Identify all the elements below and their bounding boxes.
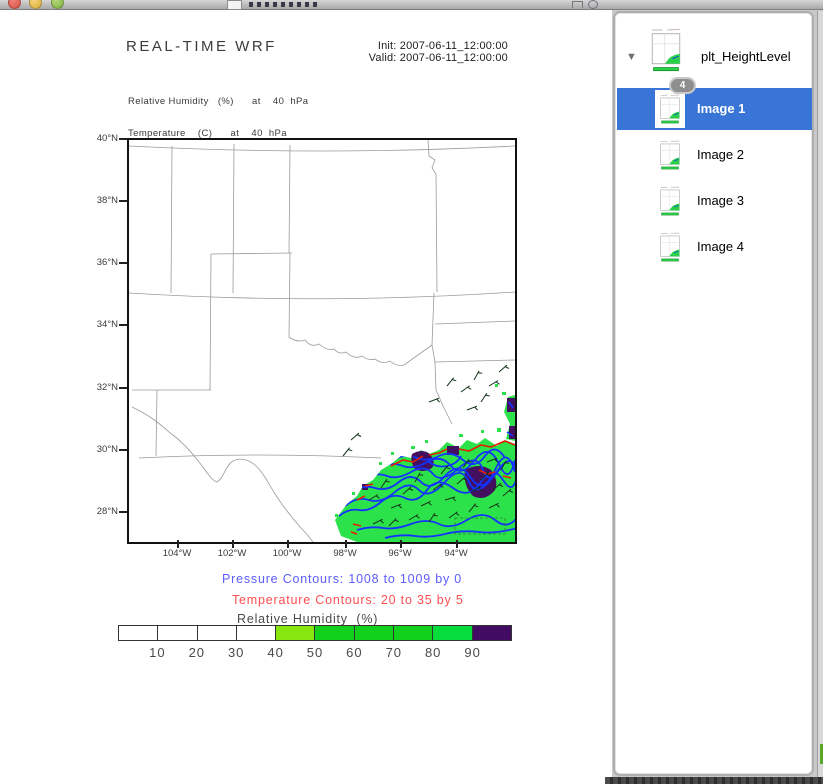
lat-tickmark (119, 387, 127, 389)
image4-label[interactable]: Image 4 (697, 239, 744, 254)
drawer-scrollbar[interactable] (817, 11, 823, 777)
pressure-legend: Pressure Contours: 1008 to 1009 by 0 (222, 572, 462, 586)
minimize-button-icon[interactable] (29, 0, 42, 9)
image1-thumbnail[interactable] (657, 92, 683, 126)
window-title-text-cropped (249, 2, 321, 7)
sidebar-drawer: ▼ plt_HeightLevel 4 Image 1 Image 2 Imag… (613, 11, 814, 776)
zoom-button-icon[interactable] (51, 0, 64, 9)
colorbar-segment (158, 626, 197, 640)
colorbar-segment (237, 626, 276, 640)
lat-tickmark (119, 511, 127, 513)
window-bottom-edge[interactable] (605, 777, 823, 784)
lat-tickmark (119, 324, 127, 326)
lon-tickmark (400, 540, 402, 548)
wrf-map-canvas (129, 140, 515, 542)
sidebar-group-row[interactable]: ▼ plt_HeightLevel 4 (619, 23, 809, 91)
lon-tickmark (177, 540, 179, 548)
colorbar-tick-label: 90 (453, 645, 493, 660)
toolbar-search-icon[interactable] (588, 0, 598, 9)
colorbar-segment (198, 626, 237, 640)
humidity-legend: Relative Humidity (%) (237, 612, 378, 626)
colorbar-segment (276, 626, 315, 640)
colorbar-segment (473, 626, 511, 640)
lat-tick-label: 30°N (72, 444, 118, 455)
lat-tickmark (119, 138, 127, 140)
lon-tick-label: 96°W (375, 548, 425, 559)
lat-tick-label: 32°N (72, 382, 118, 393)
count-badge: 4 (669, 77, 696, 94)
lat-tick-label: 40°N (72, 133, 118, 144)
init-time: Init: 2007-06-11_12:00:00 (338, 40, 508, 52)
colorbar-segment (315, 626, 354, 640)
colorbar-tick-label: 30 (216, 645, 256, 660)
toolbar-icon[interactable] (572, 1, 583, 8)
image3-label[interactable]: Image 3 (697, 193, 744, 208)
thumbnail-art (657, 184, 683, 218)
sidebar-item-image3[interactable]: Image 3 (617, 180, 812, 222)
colorbar-segment (119, 626, 158, 640)
image1-label[interactable]: Image 1 (697, 101, 745, 116)
group-label[interactable]: plt_HeightLevel (701, 49, 791, 64)
lat-tick-label: 34°N (72, 319, 118, 330)
thumbnail-art (657, 92, 683, 126)
thumbnail-art (647, 25, 685, 75)
temperature-legend: Temperature Contours: 20 to 35 by 5 (232, 593, 464, 607)
document-proxy-icon[interactable] (227, 0, 242, 10)
valid-time: Valid: 2007-06-11_12:00:00 (338, 52, 508, 64)
lon-tickmark (345, 540, 347, 548)
run-times: Init: 2007-06-11_12:00:00 Valid: 2007-06… (338, 40, 508, 64)
lon-tick-label: 98°W (320, 548, 370, 559)
lon-tick-label: 102°W (207, 548, 257, 559)
colorbar-tick-label: 70 (374, 645, 414, 660)
group-thumbnail[interactable] (647, 25, 685, 75)
window-titlebar (0, 0, 823, 10)
lat-tick-label: 38°N (72, 195, 118, 206)
lon-tickmark (232, 540, 234, 548)
lon-tick-label: 100°W (262, 548, 312, 559)
disclosure-triangle-icon[interactable]: ▼ (626, 51, 637, 63)
thumbnail-art (657, 138, 683, 172)
lat-tickmark (119, 200, 127, 202)
lat-tickmark (119, 262, 127, 264)
colorbar-tick-label: 10 (137, 645, 177, 660)
colorbar-tick-label: 60 (334, 645, 374, 660)
colorbar-tick-label: 20 (177, 645, 217, 660)
lat-tick-label: 36°N (72, 257, 118, 268)
lon-tickmark (456, 540, 458, 548)
colorbar-tick-label: 40 (256, 645, 296, 660)
field-line: Relative Humidity (%) at 40 hPa (128, 97, 308, 108)
lon-tick-label: 94°W (431, 548, 481, 559)
lon-tickmark (287, 540, 289, 548)
sidebar-item-image4[interactable]: Image 4 (617, 226, 812, 268)
colorbar-tick-label: 80 (413, 645, 453, 660)
image4-thumbnail[interactable] (657, 230, 683, 264)
colorbar-segment (433, 626, 472, 640)
wrf-map (127, 138, 517, 544)
lat-tick-label: 28°N (72, 506, 118, 517)
close-button-icon[interactable] (8, 0, 21, 9)
colorbar-segment (355, 626, 394, 640)
sidebar-item-image2[interactable]: Image 2 (617, 134, 812, 176)
lat-tickmark (119, 449, 127, 451)
sidebar-item-image1[interactable]: Image 1 (617, 88, 812, 130)
image2-thumbnail[interactable] (657, 138, 683, 172)
thumbnail-art (657, 230, 683, 264)
lon-tick-label: 104°W (152, 548, 202, 559)
colorbar-tick-label: 50 (295, 645, 335, 660)
image3-thumbnail[interactable] (657, 184, 683, 218)
colorbar-segment (394, 626, 433, 640)
humidity-colorbar (118, 625, 512, 641)
plot-title: REAL-TIME WRF (126, 38, 277, 55)
image2-label[interactable]: Image 2 (697, 147, 744, 162)
